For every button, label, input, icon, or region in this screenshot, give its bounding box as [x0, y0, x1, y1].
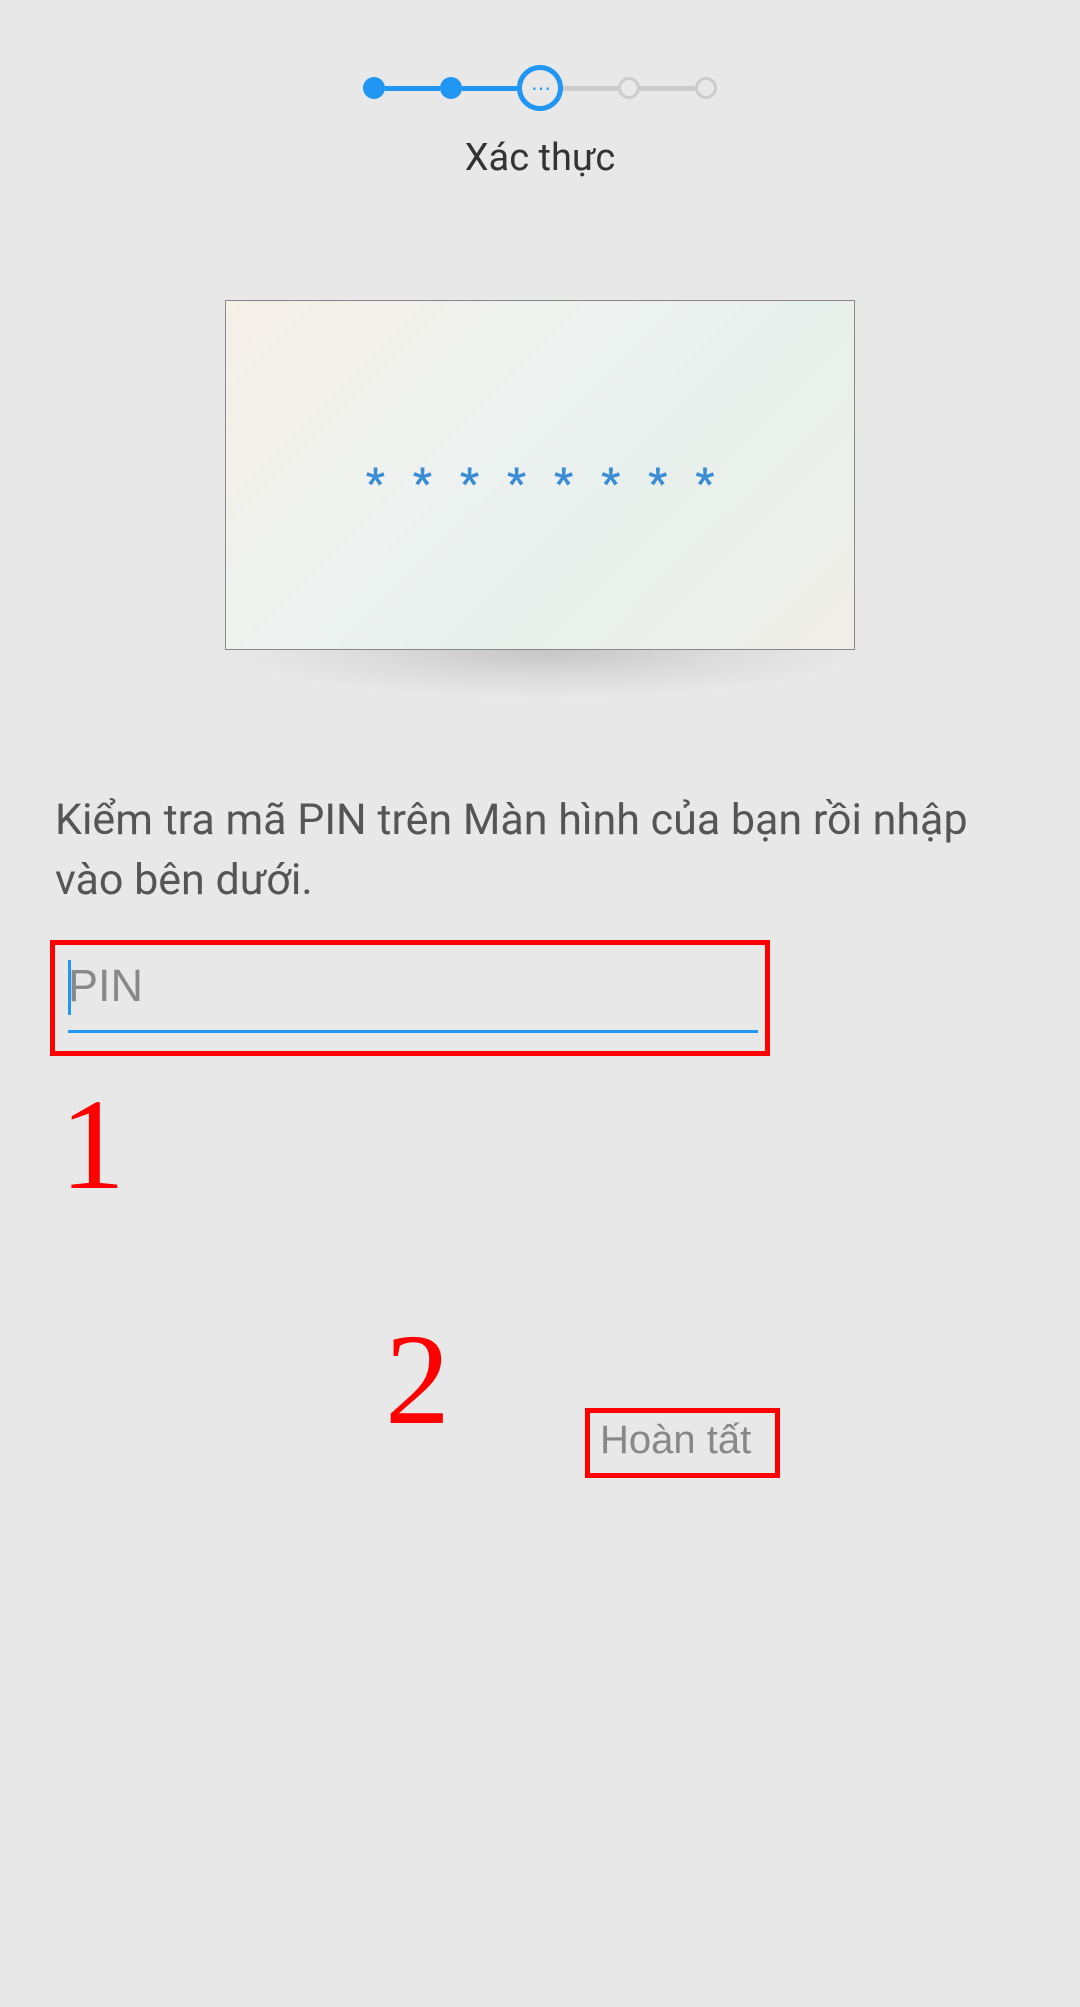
step-2-dot [440, 77, 462, 99]
asterisk-icon: * [413, 459, 432, 508]
step-3-current-dot [517, 65, 563, 111]
asterisk-icon: * [460, 459, 479, 508]
step-5-dot [695, 77, 717, 99]
tv-screen: * * * * * * * * [225, 300, 855, 650]
asterisk-icon: * [648, 459, 667, 508]
tv-shadow [225, 650, 865, 700]
pin-input[interactable] [68, 955, 758, 1033]
step-line-2 [462, 86, 517, 91]
pin-input-container [68, 955, 758, 1033]
annotation-label-1: 1 [60, 1070, 125, 1220]
instruction-text: Kiểm tra mã PIN trên Màn hình của bạn rồ… [55, 790, 1025, 910]
asterisk-icon: * [554, 459, 573, 508]
progress-stepper [0, 0, 1080, 111]
asterisk-icon: * [601, 459, 620, 508]
step-label: Xác thực [0, 136, 1080, 180]
input-cursor [68, 960, 71, 1015]
annotation-label-2: 2 [385, 1305, 450, 1455]
step-line-3 [563, 86, 618, 91]
tv-illustration: * * * * * * * * [225, 300, 855, 700]
step-1-dot [363, 77, 385, 99]
asterisk-icon: * [507, 459, 526, 508]
done-button[interactable]: Hoàn tất [600, 1418, 751, 1463]
step-line-1 [385, 86, 440, 91]
asterisk-icon: * [366, 459, 385, 508]
step-4-dot [618, 77, 640, 99]
asterisk-icon: * [695, 459, 714, 508]
step-line-4 [640, 86, 695, 91]
